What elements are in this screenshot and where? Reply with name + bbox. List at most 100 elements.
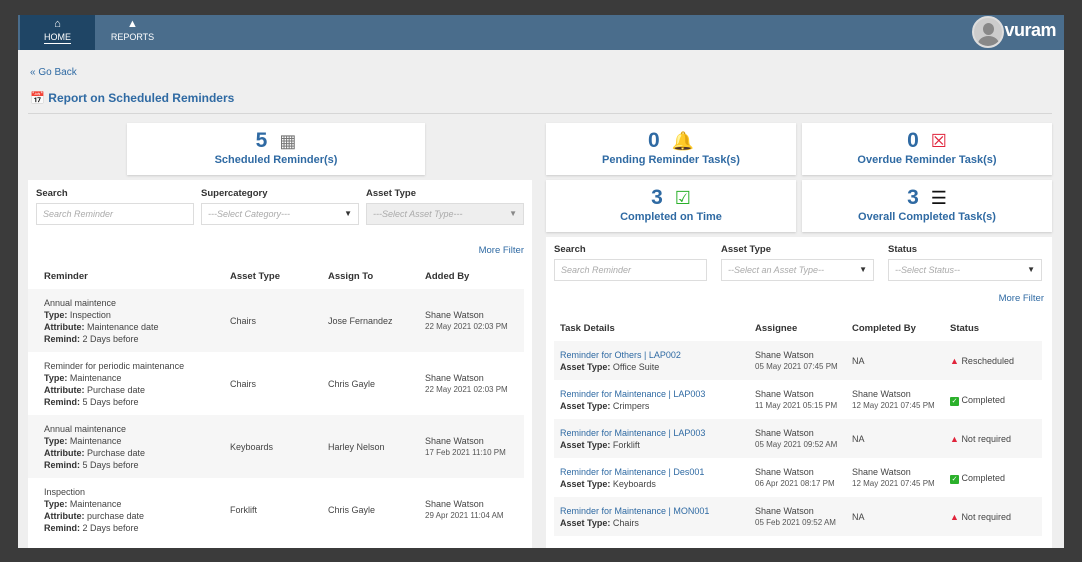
more-filter-link[interactable]: More Filter — [479, 245, 524, 256]
table-row[interactable]: Annual maintence Type: Inspection Attribut… — [28, 289, 524, 352]
supercategory-select[interactable]: ---Select Category--- ▼ — [201, 203, 359, 225]
assigned-date: 06 Apr 2021 08:17 PM — [755, 478, 835, 488]
task-asset-type-select[interactable]: --Select an Asset Type-- ▼ — [721, 259, 874, 281]
search-input[interactable]: Search Reminder — [36, 203, 194, 225]
count: 0 — [647, 129, 660, 152]
completed-by-name: NA — [852, 511, 865, 522]
more-filter-link[interactable]: More Filter — [999, 293, 1044, 304]
supercategory-label: Supercategory — [201, 188, 268, 199]
field-label: Type: — [44, 498, 68, 509]
overdue-tasks-card[interactable]: 0 ☒ Overdue Reminder Task(s) — [802, 123, 1052, 175]
assignee-cell: Shane Watson 11 May 2021 05:15 PM — [749, 380, 846, 419]
home-icon: ⌂ — [54, 18, 61, 30]
table-row[interactable]: Reminder for Others | LAP002 Asset Type: … — [554, 341, 1042, 380]
reminder-name: Inspection — [44, 486, 86, 497]
asset-type-cell: Chairs — [224, 289, 322, 352]
caret-down-icon: ▼ — [859, 265, 867, 274]
task-asset-type: Asset Type: Office Suite — [560, 361, 743, 373]
avatar[interactable] — [972, 16, 1004, 48]
tab-home[interactable]: ⌂ HOME — [20, 15, 95, 50]
column-header[interactable]: Assignee — [749, 315, 846, 341]
tasks-table: Task Details Assignee Completed By Statu… — [554, 315, 1042, 536]
status-cell: ✓ Completed — [944, 380, 1042, 419]
go-back-link[interactable]: « Go Back — [30, 67, 77, 78]
status-select[interactable]: --Select Status-- ▼ — [888, 259, 1042, 281]
count: 5 — [255, 129, 268, 152]
table-row[interactable]: Reminder for Maintenance | LAP003 Asset T… — [554, 419, 1042, 458]
completed-by-cell: Shane Watson 12 May 2021 07:45 PM — [846, 458, 944, 497]
column-header[interactable]: Task Details — [554, 315, 749, 341]
reminder-remind: Remind: 5 Days before — [44, 396, 218, 408]
overall-completed-card[interactable]: 3 ☰ Overall Completed Task(s) — [802, 180, 1052, 232]
column-header[interactable]: Asset Type — [224, 263, 322, 289]
field-label: Attribute: — [44, 510, 85, 521]
task-link[interactable]: Reminder for Maintenance | MON001 — [560, 505, 743, 517]
column-header[interactable]: Reminder — [28, 263, 224, 289]
asset-type-select[interactable]: ---Select Asset Type--- ▼ — [366, 203, 524, 225]
completed-by-cell: NA — [846, 497, 944, 536]
assignee-cell: Shane Watson 05 Feb 2021 09:52 AM — [749, 497, 846, 536]
field-value: Keyboards — [612, 478, 656, 489]
field-label: Asset Type: — [560, 439, 611, 450]
reminder-cell: Annual maintence Type: Inspection Attribut… — [28, 289, 224, 352]
table-row[interactable]: Annual maintenance Type: Maintenance Attri… — [28, 415, 524, 478]
reminder-attribute: Attribute: purchase date — [44, 510, 218, 522]
added-on-date: 22 May 2021 02:03 PM — [425, 384, 508, 394]
task-asset-type: Asset Type: Keyboards — [560, 478, 743, 490]
search-placeholder: Search Reminder — [43, 209, 114, 219]
field-label: Attribute: — [44, 321, 85, 332]
reminder-cell: Annual maintenance Type: Maintenance Attri… — [28, 415, 224, 478]
added-by-name: Shane Watson — [425, 498, 484, 509]
caret-down-icon: ▼ — [509, 209, 517, 218]
field-label: Asset Type: — [560, 400, 611, 411]
table-row[interactable]: Reminder for periodic maintenance Type: M… — [28, 352, 524, 415]
task-details-cell: Reminder for Maintenance | MON001 Asset T… — [554, 497, 749, 536]
table-row[interactable]: Reminder for Maintenance | LAP003 Asset T… — [554, 380, 1042, 419]
asset-type-label: Asset Type — [721, 244, 771, 255]
bell-icon: 🔔 — [671, 130, 695, 151]
table-row[interactable]: Inspection Type: Maintenance Attribute: pu… — [28, 478, 524, 541]
field-value: purchase date — [87, 510, 145, 521]
added-on-date: 17 Feb 2021 11:10 PM — [425, 447, 506, 457]
task-link[interactable]: Reminder for Maintenance | LAP003 — [560, 388, 743, 400]
task-link[interactable]: Reminder for Others | LAP002 — [560, 349, 743, 361]
task-details-cell: Reminder for Others | LAP002 Asset Type: … — [554, 341, 749, 380]
pending-tasks-card[interactable]: 0 🔔 Pending Reminder Task(s) — [546, 123, 796, 175]
task-link[interactable]: Reminder for Maintenance | LAP003 — [560, 427, 743, 439]
completed-on-time-card[interactable]: 3 ☑ Completed on Time — [546, 180, 796, 232]
completed-by-cell: Shane Watson 12 May 2021 07:45 PM — [846, 380, 944, 419]
assigned-date: 05 May 2021 09:52 AM — [755, 439, 838, 449]
card-label: Completed on Time — [620, 211, 722, 223]
tab-reports[interactable]: ▲ REPORTS — [95, 15, 170, 50]
column-header[interactable]: Assign To — [322, 263, 419, 289]
calendar-icon: 📅 — [30, 91, 45, 105]
calendar-icon: ▦ — [279, 130, 297, 151]
field-label: Remind: — [44, 396, 80, 407]
task-link[interactable]: Reminder for Maintenance | Des001 — [560, 466, 743, 478]
column-header[interactable]: Completed By — [846, 315, 944, 341]
column-header[interactable]: Status — [944, 315, 1042, 341]
reminder-type: Type: Maintenance — [44, 435, 218, 447]
field-value: Forklift — [612, 439, 640, 450]
field-value: 5 Days before — [82, 459, 139, 470]
scheduled-reminders-card[interactable]: 5 ▦ Scheduled Reminder(s) — [127, 123, 425, 175]
table-row[interactable]: Reminder for Maintenance | MON001 Asset T… — [554, 497, 1042, 536]
search-label: Search — [554, 244, 586, 255]
asset-type-value: --Select an Asset Type-- — [728, 265, 825, 275]
status-text: Completed — [961, 472, 1006, 483]
status-cell: ✓ Completed — [944, 458, 1042, 497]
reminder-remind: Remind: 2 Days before — [44, 333, 218, 345]
tasks-panel: Search Search Reminder Asset Type --Sele… — [546, 237, 1052, 548]
field-label: Asset Type: — [560, 517, 611, 528]
field-value: 2 Days before — [82, 522, 139, 533]
column-header[interactable]: Added By — [419, 263, 524, 289]
added-on-date: 29 Apr 2021 11:04 AM — [425, 510, 504, 520]
assignee-name: Shane Watson — [755, 388, 814, 399]
field-label: Type: — [44, 435, 68, 446]
table-row[interactable]: Reminder for Maintenance | Des001 Asset T… — [554, 458, 1042, 497]
reminder-remind: Remind: 5 Days before — [44, 459, 218, 471]
task-search-input[interactable]: Search Reminder — [554, 259, 707, 281]
app-window: ⌂ HOME ▲ REPORTS vuram « Go Back 📅 Report … — [18, 15, 1064, 548]
search-label: Search — [36, 188, 68, 199]
field-label: Remind: — [44, 459, 80, 470]
